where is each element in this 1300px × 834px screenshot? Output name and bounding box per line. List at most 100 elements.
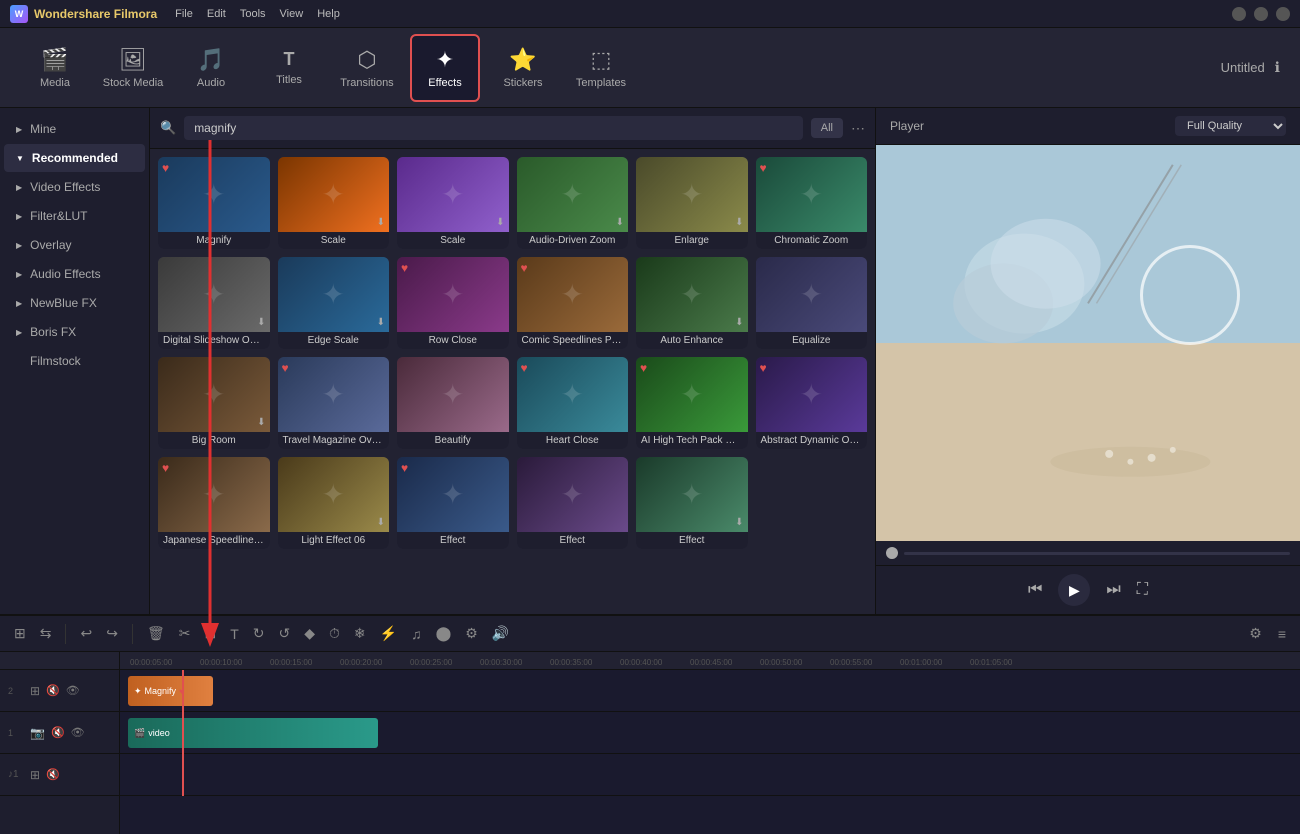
- effect-card-japanese[interactable]: ♥ ✦ Japanese Speedline Pa...: [158, 457, 270, 549]
- sidebar-item-boris[interactable]: ▶ Boris FX: [4, 318, 145, 346]
- heart-badge-abstract: ♥: [760, 361, 767, 375]
- effect-card-travel[interactable]: ♥ ✦ Travel Magazine Overl...: [278, 357, 390, 449]
- effect-card-scale1[interactable]: ⬇ ✦ Scale: [278, 157, 390, 249]
- boris-arrow: ▶: [16, 328, 22, 337]
- filter-all-button[interactable]: All: [811, 118, 843, 138]
- tl-track-1-eye-icon[interactable]: 👁: [71, 726, 85, 739]
- maximize-btn[interactable]: [1254, 7, 1268, 21]
- tl-speed-btn[interactable]: ⏱: [325, 623, 344, 644]
- tl-track-2-add-icon[interactable]: ⊞: [30, 684, 40, 698]
- menu-file[interactable]: File: [175, 8, 193, 20]
- toolbar-stickers[interactable]: ⭐ Stickers: [488, 34, 558, 102]
- effect-card-scale2[interactable]: ⬇ ✦ Scale: [397, 157, 509, 249]
- tl-stabilize-btn[interactable]: ⚙: [461, 623, 482, 644]
- tl-freeze-btn[interactable]: ❄: [350, 623, 370, 644]
- menu-tools[interactable]: Tools: [240, 8, 266, 20]
- tl-redo-btn[interactable]: ↪: [102, 623, 122, 644]
- effect-card-audio-zoom[interactable]: ⬇ ✦ Audio-Driven Zoom: [517, 157, 629, 249]
- effect-card-edge[interactable]: ⬇ ✦ Edge Scale: [278, 257, 390, 349]
- tl-snap-btn[interactable]: ⊞: [10, 623, 30, 644]
- toolbar-templates[interactable]: ⬚ Templates: [566, 34, 636, 102]
- effect-card-digital[interactable]: ⬇ ✦ Digital Slideshow Over...: [158, 257, 270, 349]
- fullscreen-button[interactable]: ⛶: [1137, 581, 1148, 599]
- tl-track-audio-add-icon[interactable]: ⊞: [30, 768, 40, 782]
- toolbar-stock[interactable]: 🖼 Stock Media: [98, 34, 168, 102]
- scrubber-track[interactable]: [904, 552, 1290, 555]
- toolbar-media[interactable]: 🎬 Media: [20, 34, 90, 102]
- sidebar-item-mine[interactable]: ▶ Mine: [4, 115, 145, 143]
- sidebar-item-audio-effects[interactable]: ▶ Audio Effects: [4, 260, 145, 288]
- tl-track-2[interactable]: ✦ Magnify ♥: [120, 670, 1300, 712]
- search-input[interactable]: [184, 116, 803, 140]
- play-button[interactable]: ▶: [1058, 574, 1090, 606]
- tl-split-btn[interactable]: ✂: [175, 623, 195, 644]
- effect-card-heartclose[interactable]: ♥ ✦ Heart Close: [517, 357, 629, 449]
- sidebar-item-overlay[interactable]: ▶ Overlay: [4, 231, 145, 259]
- tl-crop-btn[interactable]: ⊡: [200, 623, 220, 644]
- toolbar-transitions[interactable]: ⬡ Transitions: [332, 34, 402, 102]
- toolbar-titles[interactable]: T Titles: [254, 34, 324, 102]
- play-forward-button[interactable]: ⏭: [1106, 581, 1120, 599]
- tl-flip-btn[interactable]: ↺: [274, 623, 294, 644]
- minimize-btn[interactable]: [1232, 7, 1246, 21]
- tl-track-1-camera-icon[interactable]: 📷: [30, 726, 45, 740]
- effect-card-bigroom[interactable]: ⬇ ✦ Big Room: [158, 357, 270, 449]
- menu-edit[interactable]: Edit: [207, 8, 226, 20]
- tl-settings-btn[interactable]: ⚙: [1245, 623, 1266, 644]
- tl-track-1[interactable]: 🎬 video: [120, 712, 1300, 754]
- timeline-settings: ⚙ ≡: [1245, 623, 1290, 644]
- menu-help[interactable]: Help: [317, 8, 340, 20]
- tl-label-2: 2 ⊞ 🔇 👁: [0, 670, 119, 712]
- sidebar-item-newblue[interactable]: ▶ NewBlue FX: [4, 289, 145, 317]
- more-options-icon[interactable]: ⋯: [851, 120, 865, 137]
- effect-card-row5a[interactable]: ♥ ✦ Effect: [397, 457, 509, 549]
- toolbar-effects[interactable]: ✦ Effects: [410, 34, 480, 102]
- effect-card-abstract[interactable]: ♥ ✦ Abstract Dynamic Ove...: [756, 357, 868, 449]
- tl-track-2-mute-icon[interactable]: 🔇: [46, 684, 60, 697]
- close-btn[interactable]: [1276, 7, 1290, 21]
- tl-track-audio[interactable]: [120, 754, 1300, 796]
- quality-select[interactable]: Full Quality Half Quality Quarter Qualit…: [1175, 116, 1286, 136]
- effect-card-lighteffect[interactable]: ⬇ ✦ Light Effect 06: [278, 457, 390, 549]
- tl-undo-btn[interactable]: ↩: [76, 623, 96, 644]
- effect-card-beautify[interactable]: ✦ Beautify: [397, 357, 509, 449]
- effect-name-scale1: Scale: [278, 232, 390, 249]
- tl-audio-btn[interactable]: 🔊: [488, 623, 513, 644]
- sidebar-item-filter-lut[interactable]: ▶ Filter&LUT: [4, 202, 145, 230]
- tl-track-1-mute-icon[interactable]: 🔇: [51, 726, 65, 739]
- tl-track-audio-mute-icon[interactable]: 🔇: [46, 768, 60, 781]
- tl-keyframe-btn[interactable]: ◆: [300, 623, 319, 644]
- effect-card-row5c[interactable]: ⬇ ✦ Effect: [636, 457, 748, 549]
- tl-auto-btn[interactable]: ⚡: [376, 623, 401, 644]
- tl-text-btn[interactable]: T: [226, 624, 243, 644]
- tl-clip-effect[interactable]: ✦ Magnify ♥: [128, 676, 213, 706]
- thumb-deco-heartclose: ✦: [561, 378, 584, 411]
- tl-delete-btn[interactable]: 🗑: [143, 623, 169, 644]
- tl-rotate-btn[interactable]: ↻: [249, 623, 269, 644]
- effect-card-row5b[interactable]: ✦ Effect: [517, 457, 629, 549]
- tl-track-2-eye-icon[interactable]: 👁: [66, 684, 80, 697]
- toolbar-audio[interactable]: 🎵 Audio: [176, 34, 246, 102]
- effect-card-equalize[interactable]: ✦ Equalize: [756, 257, 868, 349]
- sidebar-filter-lut-label: Filter&LUT: [30, 209, 87, 223]
- effect-card-enlarge[interactable]: ⬇ ✦ Enlarge: [636, 157, 748, 249]
- effect-card-rowclose[interactable]: ♥ ✦ Row Close: [397, 257, 509, 349]
- menu-view[interactable]: View: [280, 8, 304, 20]
- tl-colormatch-btn[interactable]: ⬤: [432, 623, 456, 644]
- tl-clip-video[interactable]: 🎬 video: [128, 718, 378, 748]
- scrubber-handle[interactable]: [886, 547, 898, 559]
- tl-magnet-btn[interactable]: ⇆: [36, 623, 56, 644]
- tl-audio-sync-btn[interactable]: ♫: [407, 624, 426, 644]
- skip-back-button[interactable]: ⏮: [1028, 581, 1042, 599]
- effect-card-comic[interactable]: ♥ ✦ Comic Speedlines Pac...: [517, 257, 629, 349]
- effect-card-magnify[interactable]: ♥ ✦ Magnify: [158, 157, 270, 249]
- effect-thumb-chromatic: ♥ ✦: [756, 157, 868, 232]
- effect-card-aitech[interactable]: ♥ ✦ AI High Tech Pack Ove...: [636, 357, 748, 449]
- effect-card-autoenhance[interactable]: ⬇ ✦ Auto Enhance: [636, 257, 748, 349]
- tl-more-btn[interactable]: ≡: [1274, 623, 1290, 644]
- sidebar-item-recommended[interactable]: ▼ Recommended: [4, 144, 145, 172]
- sidebar-item-video-effects[interactable]: ▶ Video Effects: [4, 173, 145, 201]
- sidebar-item-filmstock[interactable]: Filmstock: [4, 347, 145, 375]
- effect-card-chromatic[interactable]: ♥ ✦ Chromatic Zoom: [756, 157, 868, 249]
- sidebar-video-effects-label: Video Effects: [30, 180, 100, 194]
